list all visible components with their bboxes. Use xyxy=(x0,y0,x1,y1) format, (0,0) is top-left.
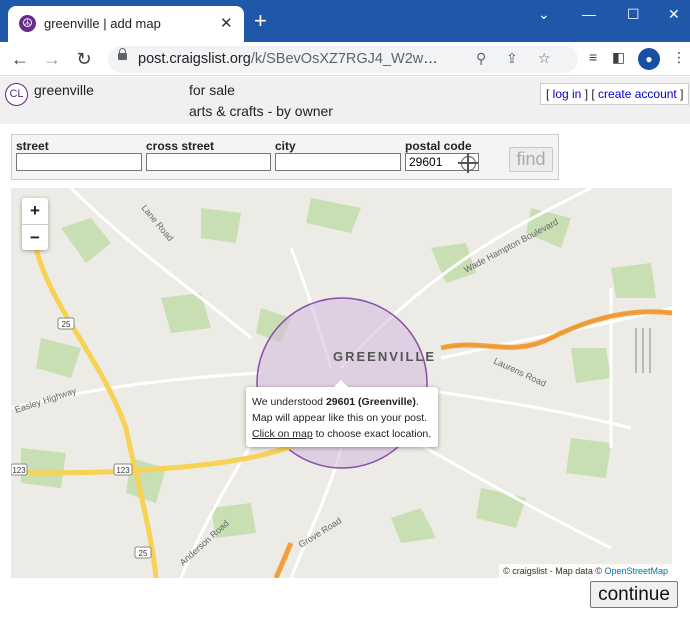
lock-icon xyxy=(118,48,127,60)
popup-postal: 29601 (Greenville) xyxy=(325,396,416,408)
popup-line-2: Map will appear like this on your post. xyxy=(252,412,428,424)
reading-list-icon[interactable]: ≡ xyxy=(589,49,597,65)
subcategory-label: arts & crafts - by owner xyxy=(189,103,333,119)
site-name[interactable]: greenville xyxy=(34,82,94,98)
street-label: street xyxy=(16,139,49,153)
openstreetmap-link[interactable]: OpenStreetMap xyxy=(604,566,668,576)
map-city-label: GREENVILLE xyxy=(333,349,437,364)
shield-123-west: 123 xyxy=(12,466,26,475)
menu-kebab-icon[interactable]: ⋮ xyxy=(672,49,686,66)
continue-button[interactable]: continue xyxy=(590,581,678,608)
login-link[interactable]: log in xyxy=(553,87,582,101)
postal-code-label: postal code xyxy=(405,139,472,153)
cross-street-input[interactable] xyxy=(146,153,271,171)
map[interactable]: Wade Hampton Boulevard Laurens Road Easl… xyxy=(11,188,672,578)
shield-123-east: 123 xyxy=(116,466,130,475)
zoom-lens-icon[interactable]: ⚲ xyxy=(476,50,486,67)
new-tab-icon[interactable]: + xyxy=(254,8,267,34)
create-account-link[interactable]: create account xyxy=(598,87,677,101)
road-label-lane: Lane Road xyxy=(139,203,175,243)
shield-25: 25 xyxy=(62,320,71,329)
street-input[interactable] xyxy=(16,153,142,171)
address-form: street cross street city postal code fin… xyxy=(11,134,559,180)
airport-runways xyxy=(635,328,651,373)
window-close-icon[interactable]: ✕ xyxy=(668,6,680,23)
peace-favicon-icon: ☮ xyxy=(19,15,36,32)
bookmark-star-icon[interactable]: ☆ xyxy=(538,50,551,67)
zoom-out-button[interactable]: − xyxy=(22,224,48,250)
url-text[interactable]: post.craigslist.org/k/SBevOsXZ7RGJ4_W2wF… xyxy=(138,51,443,67)
back-arrow-icon[interactable]: ← xyxy=(8,47,32,71)
address-bar[interactable]: post.craigslist.org/k/SBevOsXZ7RGJ4_W2wF… xyxy=(108,46,578,73)
category-label: for sale xyxy=(189,82,235,98)
browser-tab[interactable]: ☮ greenville | add map ✕ xyxy=(8,6,244,42)
share-icon[interactable]: ⇪ xyxy=(506,50,518,67)
page-content: CL greenville for sale arts & crafts - b… xyxy=(0,77,690,623)
tab-close-icon[interactable]: ✕ xyxy=(220,14,233,32)
zoom-control: + − xyxy=(22,198,48,250)
postal-code-field: postal code xyxy=(405,139,479,173)
shield-25-south: 25 xyxy=(139,549,148,558)
browser-toolbar: ← → ↻ post.craigslist.org/k/SBevOsXZ7RGJ… xyxy=(0,42,690,76)
craigslist-header: CL greenville for sale arts & crafts - b… xyxy=(0,77,690,124)
maximize-icon[interactable]: ☐ xyxy=(627,6,640,23)
road-label-grove: Grove Road xyxy=(297,515,343,549)
city-field: city xyxy=(275,139,401,171)
locate-crosshair-icon[interactable] xyxy=(458,153,478,173)
map-attribution: © craigslist - Map data © OpenStreetMap xyxy=(499,564,672,578)
profile-avatar-icon[interactable]: ● xyxy=(638,48,660,70)
craigslist-logo[interactable]: CL xyxy=(5,83,28,106)
tab-search-chevron-icon[interactable]: ⌄ xyxy=(538,6,550,23)
road-label-laurens: Laurens Road xyxy=(492,356,547,389)
road-label-easley: Easley Highway xyxy=(14,385,78,414)
reload-icon[interactable]: ↻ xyxy=(72,47,96,71)
road-label-wade-hampton: Wade Hampton Boulevard xyxy=(462,217,560,275)
location-popup: We understood 29601 (Greenville). Map wi… xyxy=(246,380,438,447)
find-button[interactable]: find xyxy=(509,147,553,172)
minimize-icon[interactable]: — xyxy=(582,6,596,22)
city-label: city xyxy=(275,139,296,153)
street-field: street xyxy=(16,139,142,171)
browser-tab-bar: ☮ greenville | add map ✕ + ⌄ — ☐ ✕ xyxy=(0,0,690,42)
account-links: [ log in ] [ create account ] xyxy=(540,83,690,105)
click-on-map-link[interactable]: Click on map xyxy=(252,428,313,440)
forward-arrow-icon[interactable]: → xyxy=(40,47,64,71)
zoom-in-button[interactable]: + xyxy=(22,198,48,224)
cross-street-label: cross street xyxy=(146,139,215,153)
side-panel-icon[interactable]: ◧ xyxy=(612,49,625,66)
city-input[interactable] xyxy=(275,153,401,171)
cross-street-field: cross street xyxy=(146,139,271,171)
tab-title: greenville | add map xyxy=(44,16,161,31)
